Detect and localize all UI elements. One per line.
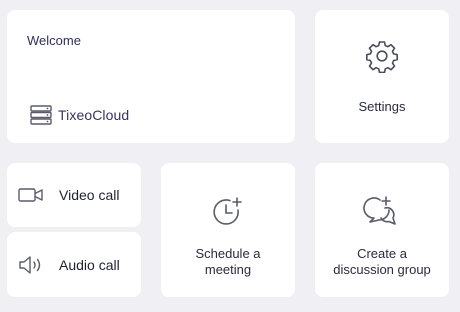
- discussion-group-label: Create a discussion group: [315, 246, 449, 278]
- video-call-label: Video call: [59, 187, 120, 203]
- gear-icon: [315, 39, 449, 73]
- speaker-icon: [18, 255, 44, 275]
- schedule-meeting-button[interactable]: Schedule a meeting: [161, 163, 295, 297]
- welcome-card: Welcome TixeoCloud: [7, 10, 295, 143]
- schedule-meeting-label: Schedule a meeting: [161, 246, 295, 278]
- server-icon: [30, 105, 52, 125]
- brand-name: TixeoCloud: [58, 107, 130, 123]
- schedule-label-line2: meeting: [204, 262, 252, 277]
- audio-call-button[interactable]: Audio call: [7, 232, 141, 297]
- discussion-label-line1: Create a: [357, 246, 407, 261]
- video-call-button[interactable]: Video call: [7, 163, 141, 227]
- audio-call-label: Audio call: [59, 256, 120, 273]
- video-camera-icon: [18, 187, 44, 203]
- schedule-label-line1: Schedule a: [195, 246, 261, 261]
- discussion-label-line2: discussion group: [333, 262, 431, 277]
- brand: TixeoCloud: [30, 105, 129, 125]
- settings-label: Settings: [358, 99, 406, 114]
- chat-add-icon: [315, 194, 449, 230]
- create-discussion-group-button[interactable]: Create a discussion group: [315, 163, 449, 297]
- welcome-title: Welcome: [27, 33, 81, 48]
- settings-button[interactable]: Settings: [315, 10, 449, 143]
- clock-add-icon: [161, 194, 295, 230]
